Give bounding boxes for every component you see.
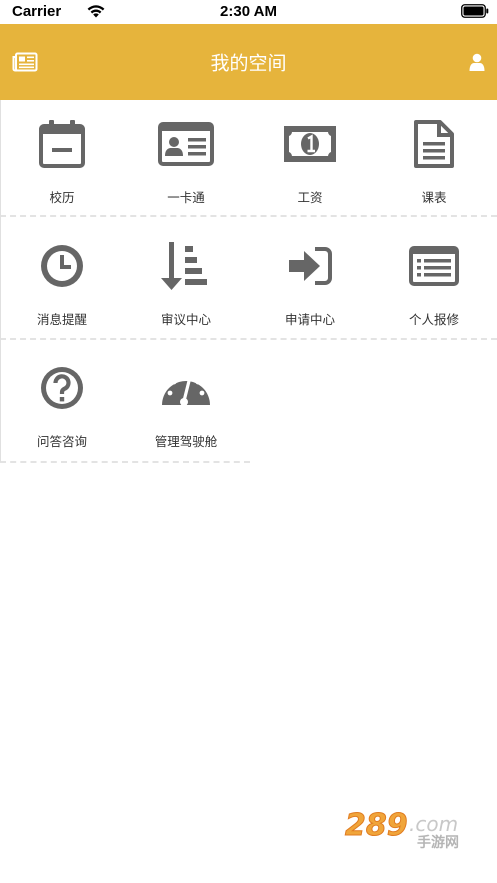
function-grid: 校历 一卡通 工资 课表 消息提醒 审议中心 申请中心 个人报修 问答咨询 管理… xyxy=(0,100,497,466)
user-icon[interactable] xyxy=(469,53,485,71)
grid-item-label: 申请中心 xyxy=(284,312,335,327)
grid-item-label: 一卡通 xyxy=(167,190,205,205)
grid-item-label: 审议中心 xyxy=(160,312,211,327)
row-divider xyxy=(0,461,250,463)
grid-item-messages[interactable]: 消息提醒 xyxy=(0,222,124,344)
grid-item-salary[interactable]: 工资 xyxy=(248,100,372,222)
grid-item-label: 校历 xyxy=(49,190,75,205)
document-icon xyxy=(414,120,454,168)
grid-item-timetable[interactable]: 课表 xyxy=(372,100,496,222)
grid-item-label: 课表 xyxy=(421,190,447,205)
id-card-icon xyxy=(158,122,214,166)
grid-item-label: 工资 xyxy=(297,190,323,205)
site-watermark-logo: 289 .com 手游网 xyxy=(345,808,460,850)
grid-item-id-card[interactable]: 一卡通 xyxy=(124,100,248,222)
grid-edge xyxy=(0,100,1,462)
calendar-icon xyxy=(39,120,85,168)
list-panel-icon xyxy=(409,246,459,286)
row-divider xyxy=(0,215,497,217)
grid-item-qa[interactable]: 问答咨询 xyxy=(0,344,124,466)
sort-amount-icon xyxy=(161,242,207,290)
grid-item-label: 消息提醒 xyxy=(36,312,87,327)
grid-item-calendar[interactable]: 校历 xyxy=(0,100,124,222)
watermark-domain: .com xyxy=(409,812,458,836)
watermark-site-name: 手游网 xyxy=(417,834,459,849)
status-time: 2:30 AM xyxy=(220,3,277,20)
battery-icon xyxy=(461,4,489,18)
sign-in-icon xyxy=(289,247,332,285)
status-bar: Carrier 2:30 AM xyxy=(0,0,497,24)
grid-row: 问答咨询 管理驾驶舱 xyxy=(0,344,497,466)
watermark-number: 289 xyxy=(345,808,408,843)
grid-item-label: 问答咨询 xyxy=(36,434,87,449)
row-divider xyxy=(0,338,497,340)
dashboard-icon xyxy=(162,373,210,406)
question-icon xyxy=(41,367,83,409)
money-icon xyxy=(284,126,336,162)
clock-icon xyxy=(41,245,83,287)
grid-item-review[interactable]: 审议中心 xyxy=(124,222,248,344)
grid-item-repair[interactable]: 个人报修 xyxy=(372,222,496,344)
grid-row: 校历 一卡通 工资 课表 xyxy=(0,100,497,222)
grid-item-label: 个人报修 xyxy=(408,312,459,327)
page-title: 我的空间 xyxy=(210,52,287,75)
grid-row: 消息提醒 审议中心 申请中心 个人报修 xyxy=(0,222,497,344)
nav-header: 我的空间 xyxy=(0,24,497,100)
grid-item-application[interactable]: 申请中心 xyxy=(248,222,372,344)
grid-item-label: 管理驾驶舱 xyxy=(154,434,218,449)
grid-item-dashboard[interactable]: 管理驾驶舱 xyxy=(124,344,248,466)
